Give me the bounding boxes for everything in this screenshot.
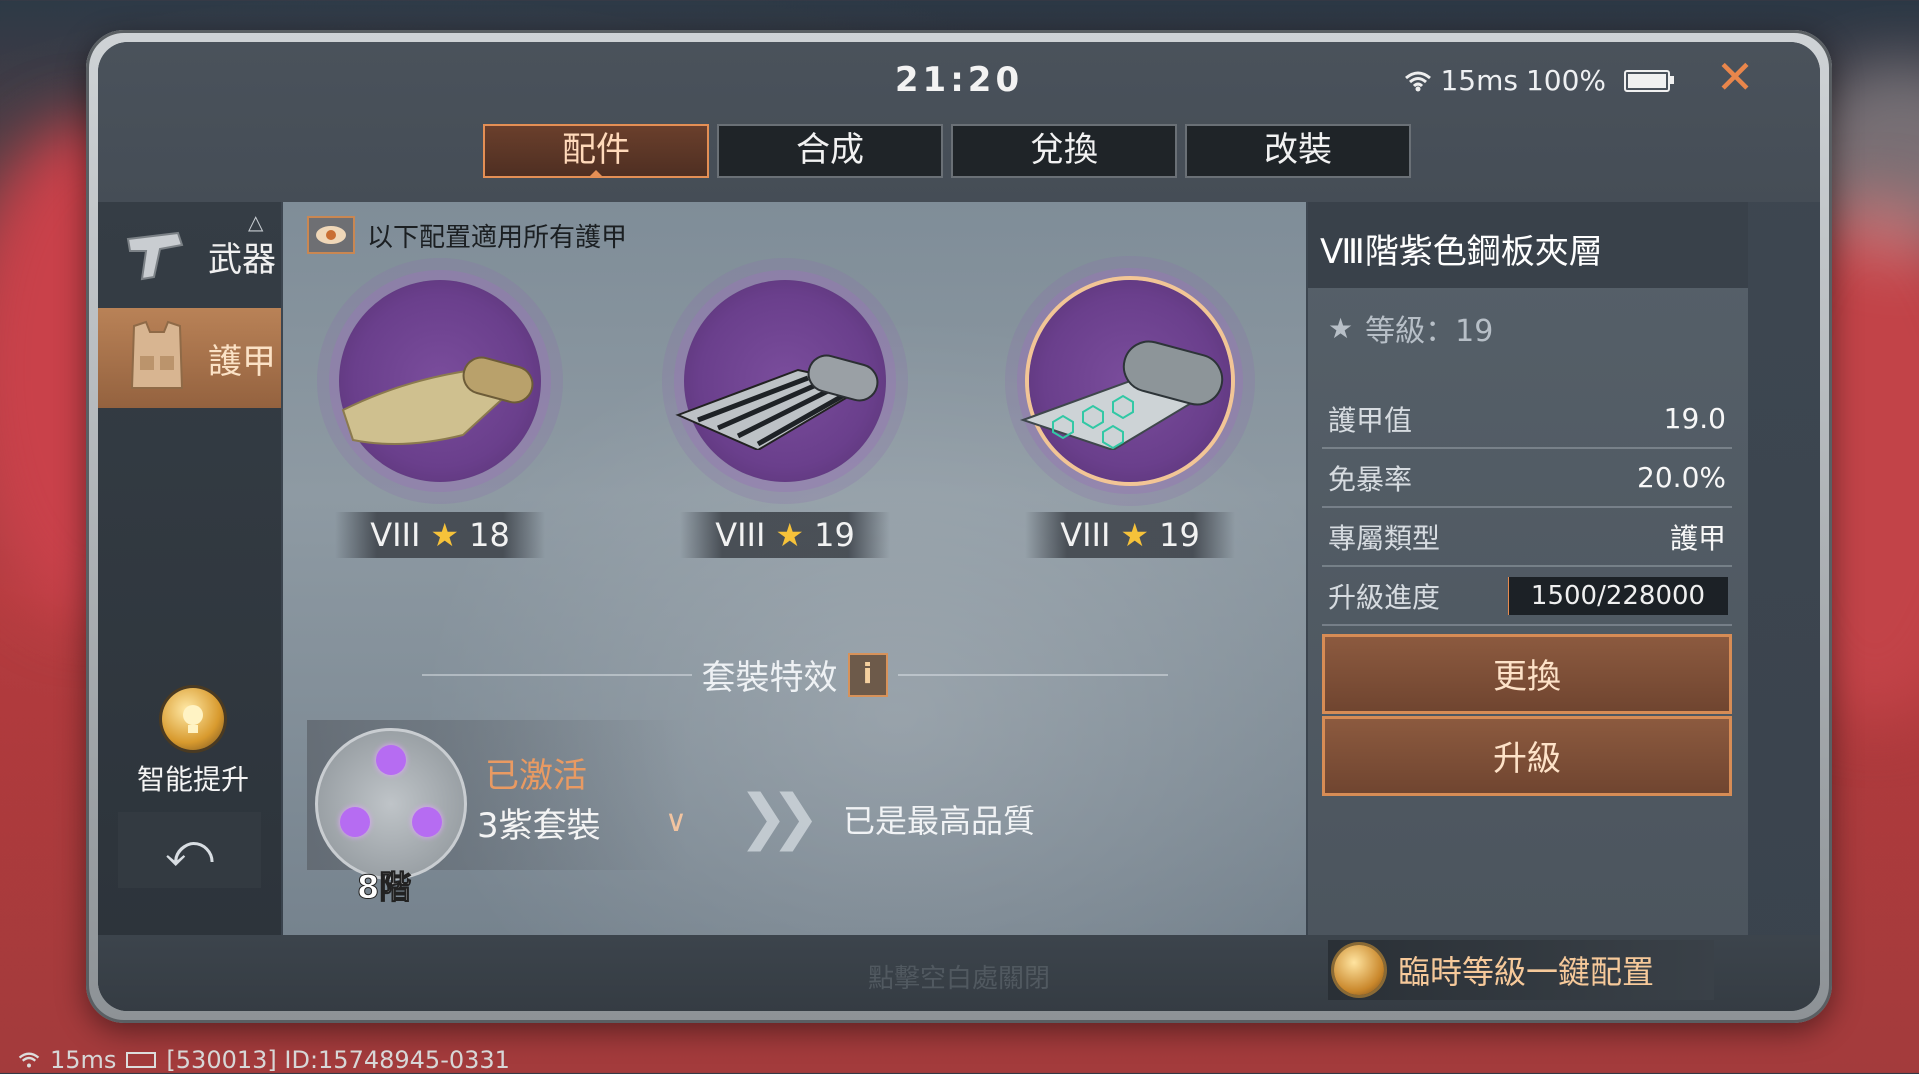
accessory-panel: 以下配置適用所有護甲 VIII ★ 18 VIII ★ 19 VIII ★ 19… — [283, 202, 1306, 935]
level-label: 18 — [469, 516, 510, 554]
steel-mesh-roll-icon — [675, 354, 879, 450]
item-level: 等級：19 — [1365, 314, 1494, 349]
sidebar-item-armor[interactable]: 護甲 — [98, 308, 281, 408]
stat-key: 升級進度 — [1328, 580, 1441, 614]
stat-value: 護甲 — [1669, 521, 1726, 555]
detail-header: Ⅷ階紫色鋼板夾層 — [1308, 202, 1748, 288]
item-name: Ⅷ階紫色鋼板夾層 — [1320, 232, 1603, 272]
tab-synthesis[interactable]: 合成 — [717, 124, 943, 178]
wifi-icon — [18, 1052, 40, 1068]
tab-accessory[interactable]: 配件 — [483, 124, 709, 178]
set-name: 3紫套裝 — [477, 806, 601, 846]
max-quality-text: 已是最高品質 — [843, 802, 1036, 840]
battery-percent: 100% — [1525, 64, 1606, 97]
star-badge-icon — [1334, 945, 1384, 995]
star-icon: ★ — [430, 516, 460, 554]
apply-note: 以下配置適用所有護甲 — [307, 216, 627, 254]
battery-icon — [126, 1052, 157, 1068]
stat-value: 19.0 — [1663, 402, 1726, 435]
tier-label: VIII — [1060, 516, 1111, 554]
status-area: 15ms 100% — [1404, 64, 1674, 97]
double-chevron-icon: ❯❯ — [738, 782, 820, 852]
sidebar-item-weapons[interactable]: 武器 — [98, 206, 281, 306]
set-effect-title: 套裝特效 — [701, 658, 838, 698]
tier-label: VIII — [370, 516, 421, 554]
tab-exchange[interactable]: 兌換 — [951, 124, 1177, 178]
smart-upgrade-label: 智能提升 — [136, 763, 249, 796]
footer-id: [530013] ID:15748945-0331 — [166, 1046, 510, 1074]
level-label: 19 — [814, 516, 855, 554]
set-emblem[interactable] — [315, 728, 467, 880]
divider — [421, 673, 692, 676]
progress-text: 1500/228000 — [1530, 580, 1706, 611]
quick-config-label: 臨時等級一鍵配置 — [1398, 953, 1655, 991]
upgrade-button[interactable]: 升級 — [1322, 716, 1732, 796]
apply-note-text: 以下配置適用所有護甲 — [367, 222, 628, 253]
upgrade-progress-bar: 1500/228000 — [1508, 576, 1728, 615]
battery-icon — [1624, 69, 1674, 92]
tab-modify[interactable]: 改裝 — [1185, 124, 1411, 178]
accessory-slot-3[interactable]: VIII ★ 19 — [1015, 280, 1245, 560]
star-icon: ★ — [775, 516, 805, 554]
pistol-icon — [126, 231, 184, 281]
tier-label: VIII — [715, 516, 766, 554]
level-label: 19 — [1159, 516, 1200, 554]
wifi-icon — [1405, 71, 1432, 91]
footer-ping: 15ms — [50, 1046, 117, 1074]
stat-row: 升級進度 1500/228000 — [1322, 567, 1732, 626]
gold-fabric-roll-icon — [341, 356, 534, 445]
star-icon: ★ — [1328, 311, 1354, 345]
set-dot — [376, 745, 406, 775]
hex-plate-roll-icon — [1019, 340, 1224, 450]
star-icon: ★ — [1120, 516, 1150, 554]
slot-plate: VIII ★ 19 — [680, 512, 890, 558]
back-button[interactable]: ⤺ — [118, 812, 261, 888]
armor-vest-icon — [130, 320, 184, 389]
stat-key: 專屬類型 — [1328, 521, 1441, 555]
eye-icon[interactable] — [307, 216, 355, 254]
stat-row: 免暴率 20.0% — [1322, 449, 1732, 508]
detail-panel: Ⅷ階紫色鋼板夾層 ★ 等級：19 護甲值 19.0 免暴率 20.0% 專屬類型… — [1308, 202, 1748, 935]
slot-plate: VIII ★ 19 — [1025, 512, 1235, 558]
set-dot — [340, 807, 370, 837]
close-button[interactable]: ✕ — [1710, 52, 1760, 102]
accessory-slot-1[interactable]: VIII ★ 18 — [325, 280, 555, 560]
stat-key: 護甲值 — [1328, 403, 1413, 437]
set-tier: 8階 — [356, 868, 412, 907]
set-effect-header: 套裝特效 i — [283, 650, 1306, 699]
top-bar: 21:20 15ms 100% ✕ 配件 合成 兌換 改裝 — [98, 42, 1820, 202]
stat-row: 護甲值 19.0 — [1322, 390, 1732, 449]
set-status: 已激活 — [485, 756, 587, 796]
info-button[interactable]: i — [847, 652, 888, 697]
back-arrow-icon: ⤺ — [164, 823, 215, 877]
ping-value: 15ms — [1440, 64, 1518, 97]
sidebar-item-label: 護甲 — [208, 341, 276, 382]
smart-upgrade-button[interactable]: 智能提升 — [128, 688, 258, 798]
stat-value: 20.0% — [1637, 461, 1726, 494]
armor-accessory-screen: 21:20 15ms 100% ✕ 配件 合成 兌換 改裝 △ 武器 護甲 智能… — [98, 42, 1820, 1011]
stat-row: 專屬類型 護甲 — [1322, 508, 1732, 567]
stats-list: 護甲值 19.0 免暴率 20.0% 專屬類型 護甲 升級進度 1500/228… — [1322, 390, 1732, 626]
replace-button[interactable]: 更換 — [1322, 634, 1732, 714]
progress-fill — [1508, 576, 1510, 615]
quick-config-button[interactable]: 臨時等級一鍵配置 — [1328, 940, 1715, 1000]
slot-plate: VIII ★ 18 — [335, 512, 545, 558]
divider — [897, 673, 1168, 676]
tab-bar: 配件 合成 兌換 改裝 — [483, 124, 1411, 178]
lightbulb-icon — [162, 688, 224, 750]
set-effect-box: 8階 已激活 3紫套裝 ∨ — [307, 720, 687, 907]
category-sidebar: △ 武器 護甲 智能提升 ⤺ — [98, 202, 281, 1011]
accessory-slot-2[interactable]: VIII ★ 19 — [670, 280, 900, 560]
level-row: ★ 等級：19 — [1328, 306, 1493, 350]
chevron-down-icon[interactable]: ∨ — [665, 804, 687, 839]
sidebar-item-label: 武器 — [208, 239, 276, 280]
stat-key: 免暴率 — [1328, 462, 1413, 496]
footer-status: 15ms [530013] ID:15748945-0331 — [18, 1046, 510, 1074]
set-dot — [412, 807, 442, 837]
